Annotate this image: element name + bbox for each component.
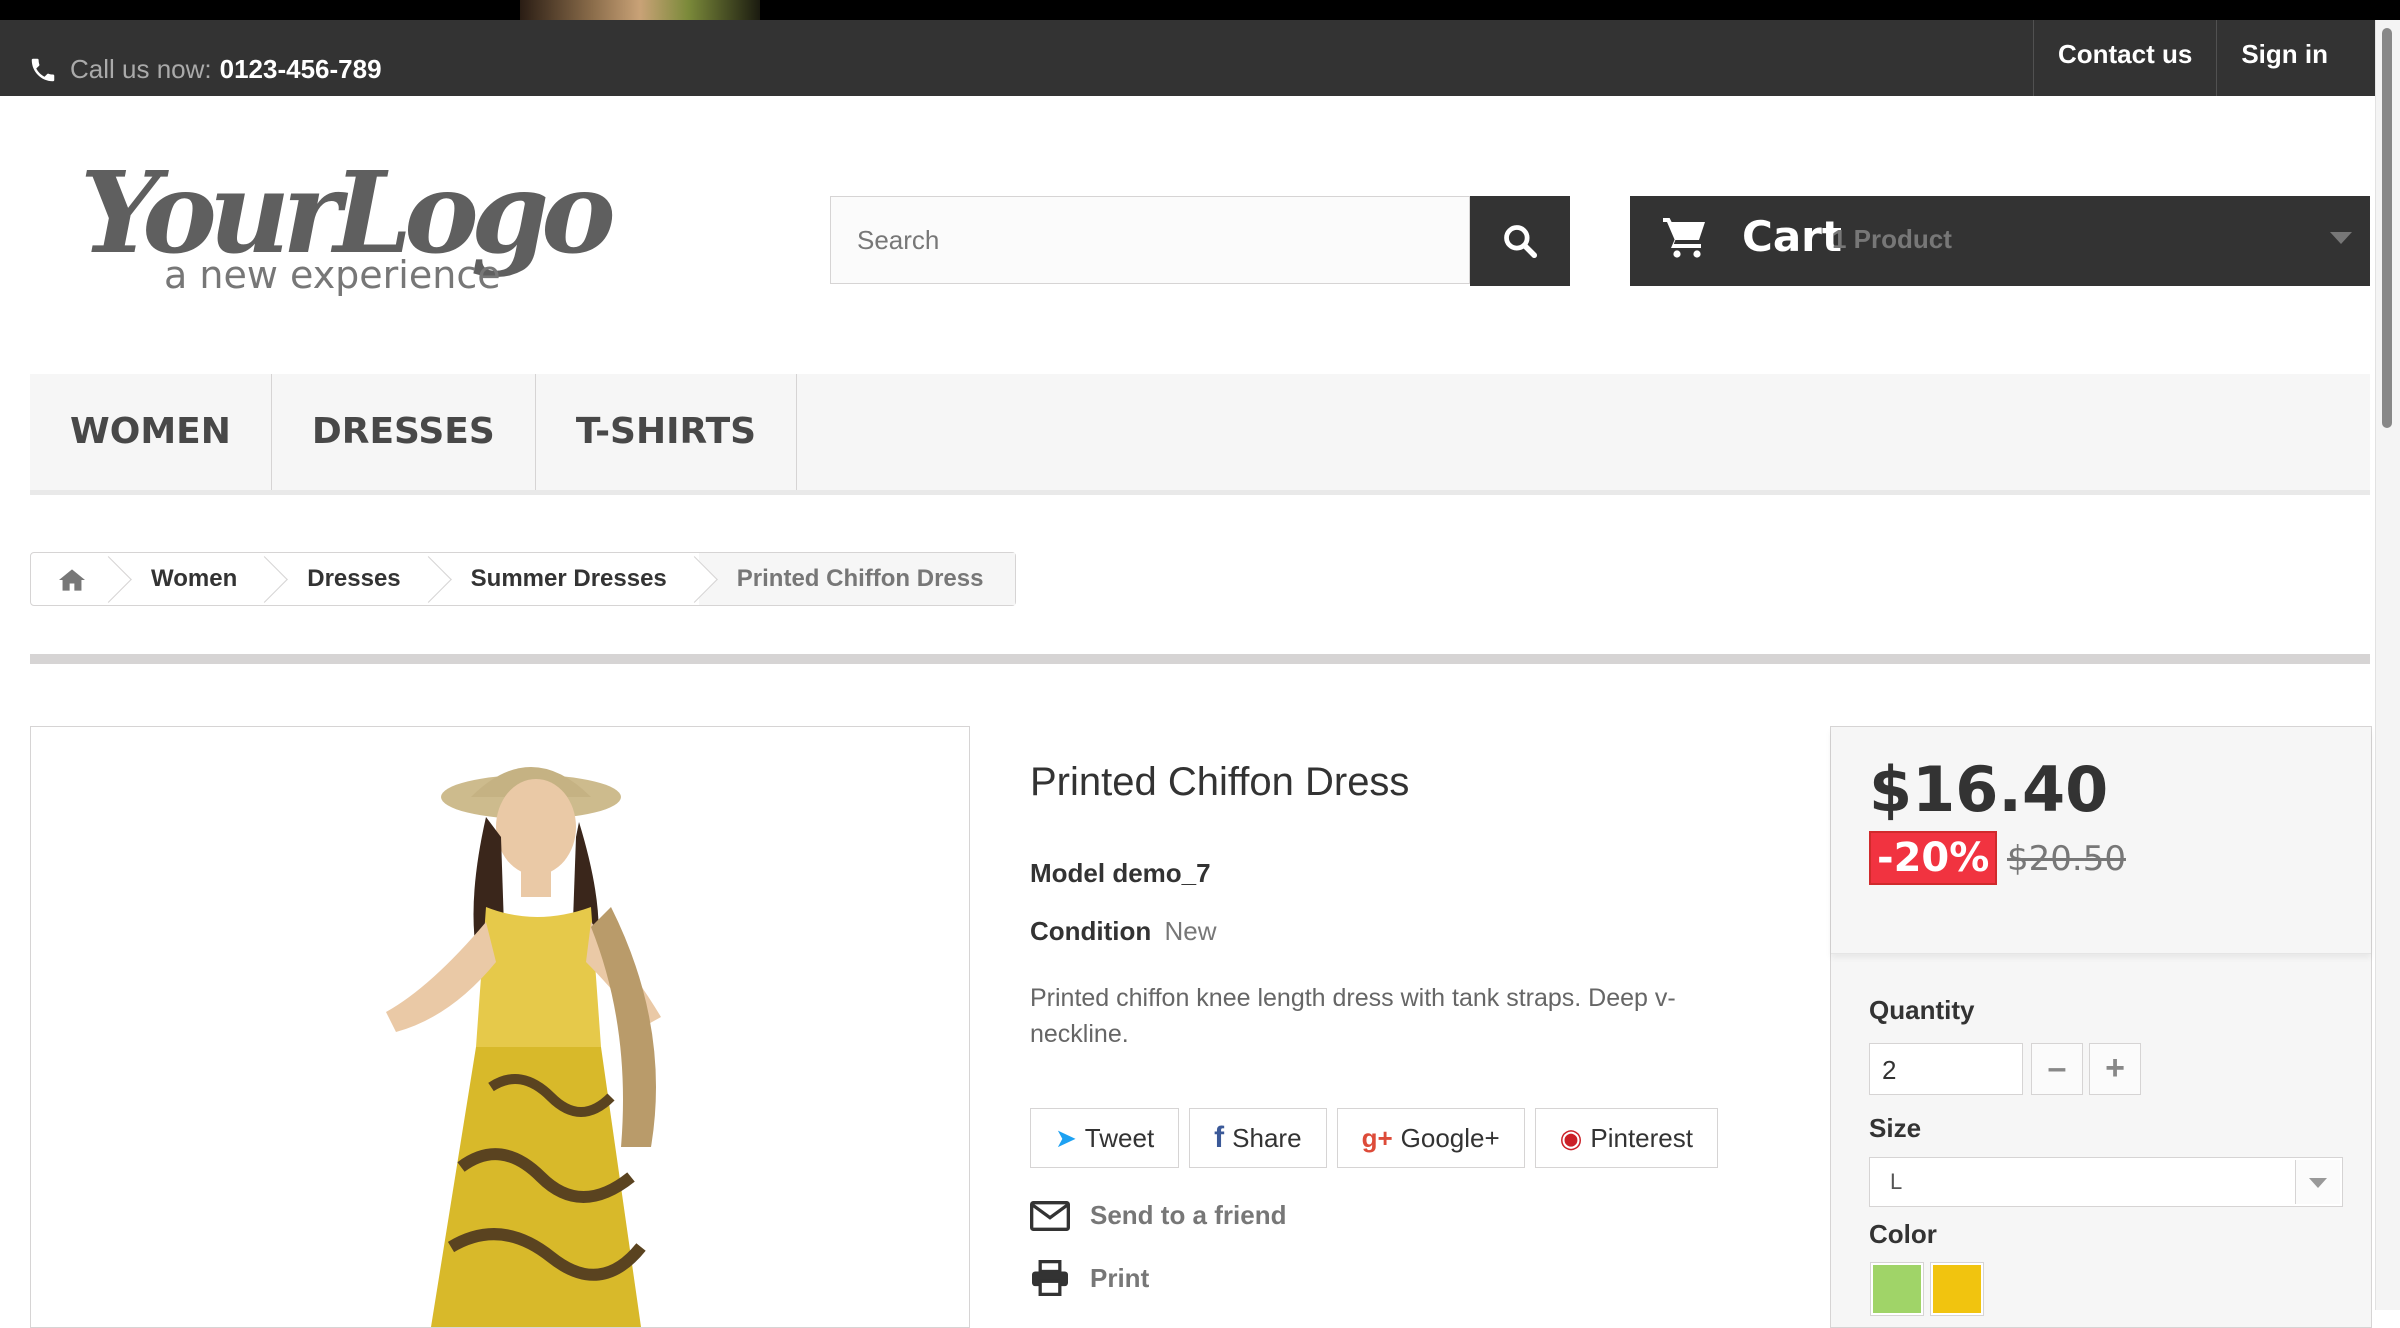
breadcrumb-women[interactable]: Women (113, 553, 269, 605)
header-links: Contact us Sign in (2032, 20, 2352, 96)
search-icon (1504, 225, 1538, 259)
logo-tagline: a new experience (164, 253, 501, 297)
model-label: Model (1030, 858, 1106, 888)
phone-number: 0123-456-789 (219, 54, 382, 84)
size-select[interactable]: L (1869, 1157, 2343, 1207)
send-to-friend-label: Send to a friend (1090, 1200, 1287, 1230)
chevron-down-icon[interactable] (2330, 232, 2352, 244)
contact-us-link[interactable]: Contact us (2032, 20, 2216, 96)
header-top-bar: Call us now: 0123-456-789 Contact us Sig… (0, 20, 2400, 96)
envelope-icon (1030, 1200, 1070, 1231)
quantity-increase-button[interactable]: + (2089, 1043, 2141, 1095)
tweet-label: Tweet (1084, 1122, 1155, 1153)
cart-block[interactable]: Cart 1 Product (1630, 196, 2370, 286)
product-condition: Condition New (1030, 916, 1217, 947)
breadcrumb-summer-dresses[interactable]: Summer Dresses (433, 553, 699, 605)
cart-icon (1663, 218, 1705, 258)
facebook-share-button[interactable]: f Share (1189, 1108, 1327, 1168)
call-us: Call us now: 0123-456-789 (28, 54, 382, 85)
product-title: Printed Chiffon Dress (1030, 760, 1410, 804)
chevron-down-icon (2295, 1160, 2340, 1204)
quantity-label: Quantity (1869, 995, 1975, 1025)
pinterest-icon: ◉ (1559, 1122, 1583, 1153)
buy-box: $16.40 -20% $20.50 Quantity 2 – + Size L… (1830, 726, 2372, 1328)
breadcrumb-dresses[interactable]: Dresses (269, 553, 432, 605)
phone-icon (31, 58, 55, 81)
tweet-button[interactable]: ➤ Tweet (1030, 1108, 1180, 1168)
product-image[interactable] (30, 726, 970, 1328)
color-label: Color (1869, 1219, 1937, 1249)
sign-in-link[interactable]: Sign in (2216, 20, 2352, 96)
cart-count: 1 Product (1832, 224, 1952, 254)
social-share: ➤ Tweet f Share g+ Google+ ◉ Pinterest (1030, 1108, 1718, 1168)
search-button[interactable] (1470, 196, 1570, 286)
old-price: $20.50 (2007, 839, 2126, 879)
search-input[interactable]: Search (830, 196, 1470, 284)
product-photo (386, 767, 661, 1327)
menu-item-tshirts[interactable]: T-SHIRTS (536, 374, 798, 490)
print-link[interactable]: Print (1030, 1260, 1149, 1296)
scrollbar-thumb[interactable] (2382, 28, 2392, 428)
color-swatch-yellow[interactable] (1931, 1263, 1983, 1315)
size-value: L (1890, 1169, 1903, 1194)
home-icon (59, 569, 85, 591)
cart-title: Cart (1742, 212, 1842, 261)
pinterest-button[interactable]: ◉ Pinterest (1534, 1108, 1718, 1168)
breadcrumb: Women Dresses Summer Dresses Printed Chi… (30, 552, 1017, 606)
breadcrumb-current: Printed Chiffon Dress (698, 553, 1016, 605)
model-value: demo_7 (1112, 858, 1211, 888)
print-icon (1032, 1260, 1068, 1296)
minus-icon: – (2047, 1049, 2067, 1087)
product-model: Model demo_7 (1030, 858, 1211, 889)
send-to-friend-link[interactable]: Send to a friend (1030, 1200, 1286, 1231)
googleplus-icon: g+ (1361, 1122, 1393, 1153)
size-label: Size (1869, 1113, 1922, 1143)
product-description: Printed chiffon knee length dress with t… (1030, 984, 1676, 1048)
twitter-icon: ➤ (1055, 1122, 1077, 1153)
banner-image (520, 0, 760, 20)
plus-icon: + (2105, 1049, 2125, 1087)
discount-badge: -20% (1869, 831, 1998, 885)
main-menu: WOMEN DRESSES T-SHIRTS (30, 374, 2370, 495)
quantity-decrease-button[interactable]: – (2031, 1043, 2083, 1095)
menu-item-dresses[interactable]: DRESSES (272, 374, 536, 490)
product-price: $16.40 (1869, 753, 2109, 826)
print-label: Print (1090, 1262, 1150, 1293)
googleplus-button[interactable]: g+ Google+ (1336, 1108, 1525, 1168)
content-divider (30, 654, 2370, 664)
share-label: Share (1232, 1122, 1302, 1153)
page-scrollbar[interactable] (2375, 20, 2400, 1310)
call-us-label: Call us now: (70, 54, 212, 84)
googleplus-label: Google+ (1400, 1122, 1500, 1153)
condition-label: Condition (1030, 916, 1152, 946)
condition-value: New (1164, 916, 1217, 946)
site-logo[interactable]: YourLogo a new experience (80, 140, 640, 310)
top-banner[interactable] (0, 0, 2400, 20)
quantity-input[interactable]: 2 (1869, 1043, 2023, 1095)
color-swatch-green[interactable] (1871, 1263, 1923, 1315)
logo-image: YourLogo a new experience (80, 148, 621, 297)
price-section: $16.40 -20% $20.50 (1831, 727, 2371, 954)
pinterest-label: Pinterest (1590, 1122, 1693, 1153)
breadcrumb-home[interactable] (31, 553, 113, 605)
menu-item-women[interactable]: WOMEN (30, 374, 272, 490)
facebook-icon: f (1214, 1121, 1225, 1154)
